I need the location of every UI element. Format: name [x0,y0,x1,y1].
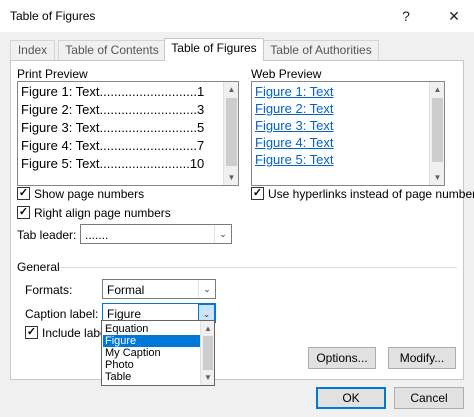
dropdown-item-my-caption[interactable]: My Caption [103,347,200,359]
scroll-thumb[interactable] [432,98,443,162]
web-preview-link[interactable]: Figure 5: Text [255,152,334,167]
caption-label-value: Figure [107,307,142,321]
dropdown-item-figure[interactable]: Figure [103,335,200,347]
formats-value: Formal [107,283,145,297]
web-preview-link[interactable]: Figure 4: Text [255,135,334,150]
formats-label: Formats: [25,283,73,297]
help-button[interactable]: ? [392,4,420,28]
use-hyperlinks-label: Use hyperlinks instead of page numbers [268,187,474,201]
dialog-title: Table of Figures [10,9,96,23]
title-bar: Table of Figures ? ✕ [0,0,474,32]
show-page-numbers-checkbox[interactable]: ✓ [17,187,30,200]
table-of-figures-dialog: Table of Figures ? ✕ Index Table of Cont… [0,0,474,417]
web-preview-link[interactable]: Figure 2: Text [255,101,334,116]
caption-label-label: Caption label: [25,307,99,321]
right-align-checkbox[interactable]: ✓ [17,206,30,219]
scroll-thumb[interactable] [226,98,237,166]
tab-table-of-contents[interactable]: Table of Contents [58,40,166,60]
caption-label-dropdown: Equation Figure My Caption Photo Table ▲… [101,320,215,386]
options-button[interactable]: Options... [308,347,376,369]
print-preview-line: Figure 5: Text.........................1… [21,156,205,171]
show-page-numbers-label: Show page numbers [34,187,145,201]
dropdown-item-equation[interactable]: Equation [103,323,200,335]
cancel-button[interactable]: Cancel [394,387,464,409]
web-preview-link[interactable]: Figure 1: Text [255,84,334,99]
tab-table-of-authorities[interactable]: Table of Authorities [263,40,379,60]
general-divider [59,267,457,268]
tab-panel: Print Preview Figure 1: Text............… [10,60,474,380]
dropdown-item-table[interactable]: Table [103,371,200,383]
tab-index[interactable]: Index [10,40,55,60]
tab-leader-value: ....... [85,228,109,242]
print-preview-line: Figure 4: Text..........................… [21,138,205,153]
web-preview-label: Web Preview [251,67,322,81]
dropdown-scrollbar[interactable]: ▲ ▼ [200,321,214,385]
tab-table-of-figures[interactable]: Table of Figures [164,38,264,61]
chevron-down-icon[interactable]: ⌄ [198,280,215,298]
modify-button[interactable]: Modify... [388,347,456,369]
scroll-thumb[interactable] [203,336,213,370]
include-label-label: Include labe [42,326,107,340]
chevron-down-icon[interactable]: ⌄ [214,225,231,243]
scroll-up-icon[interactable]: ▲ [224,82,238,97]
close-button[interactable]: ✕ [440,4,468,28]
web-preview-scrollbar[interactable]: ▲ ▼ [429,82,444,185]
scroll-down-icon[interactable]: ▼ [224,170,238,185]
web-preview-link[interactable]: Figure 3: Text [255,118,334,133]
print-preview-line: Figure 2: Text..........................… [21,102,205,117]
tab-leader-select[interactable]: ....... ⌄ [80,224,232,244]
web-preview-box[interactable]: Figure 1: Text Figure 2: Text Figure 3: … [251,81,445,186]
use-hyperlinks-checkbox[interactable]: ✓ [251,187,264,200]
print-preview-scrollbar[interactable]: ▲ ▼ [223,82,238,185]
print-preview-label: Print Preview [17,67,88,81]
scroll-up-icon[interactable]: ▲ [430,82,444,97]
print-preview-line: Figure 1: Text..........................… [21,84,205,99]
scroll-up-icon[interactable]: ▲ [201,321,215,336]
include-label-checkbox[interactable]: ✓ [25,326,38,339]
dropdown-item-photo[interactable]: Photo [103,359,200,371]
scroll-down-icon[interactable]: ▼ [430,170,444,185]
print-preview-line: Figure 3: Text..........................… [21,120,205,135]
tab-leader-label: Tab leader: [17,228,77,242]
formats-select[interactable]: Formal ⌄ [102,279,216,299]
ok-button[interactable]: OK [316,387,386,409]
print-preview-box[interactable]: Figure 1: Text..........................… [17,81,239,186]
right-align-label: Right align page numbers [34,206,171,220]
scroll-down-icon[interactable]: ▼ [201,370,215,385]
general-label: General [17,260,60,274]
